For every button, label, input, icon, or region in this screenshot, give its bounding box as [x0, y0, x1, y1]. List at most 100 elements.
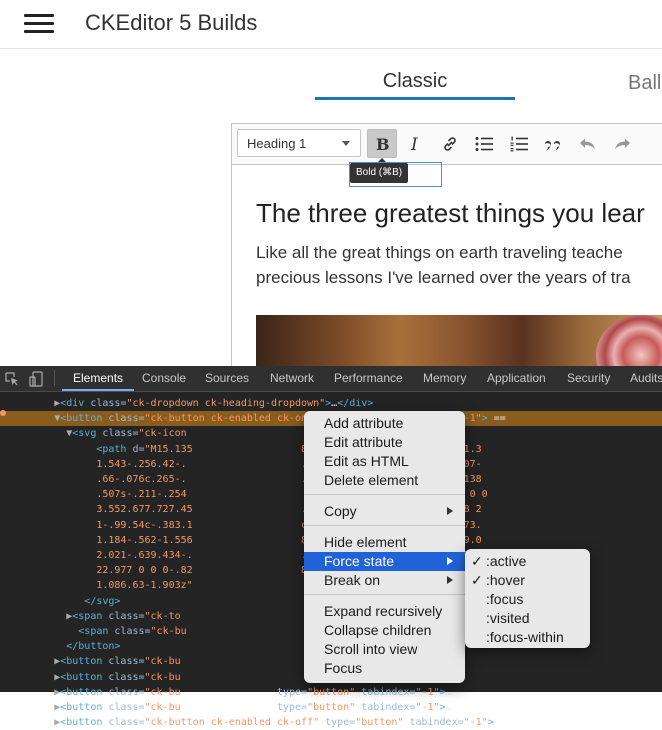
- force-state-hover[interactable]: ✓:hover: [465, 571, 590, 590]
- heading-dropdown[interactable]: Heading 1: [237, 129, 361, 157]
- dom-node-indent: [0, 504, 96, 515]
- dom-node-indent: [0, 474, 96, 485]
- dom-token: "ck-bu: [144, 672, 181, 683]
- menu-item-delete-element[interactable]: Delete element: [304, 471, 465, 490]
- devtools-tab-performance[interactable]: Performance: [334, 371, 403, 385]
- devtools-tab-sources[interactable]: Sources: [205, 371, 249, 385]
- menu-separator: [304, 594, 465, 595]
- devtools-tab-elements[interactable]: Elements: [73, 371, 123, 385]
- devtools-tab-console[interactable]: Console: [142, 371, 186, 385]
- heading-dropdown-label: Heading 1: [247, 136, 307, 151]
- dom-token: "ck-bu: [144, 702, 181, 713]
- dom-node-line[interactable]: ▶<button class="ck-button ck-enabled ck-…: [0, 715, 662, 730]
- dom-token: "ck-dropdown ck-heading-dropdown": [126, 398, 326, 409]
- dom-token: d=: [132, 444, 145, 455]
- dom-token: </button>: [66, 641, 121, 652]
- submenu-item-label: :active: [486, 553, 527, 569]
- dom-node-line[interactable]: ▶<button class="ck-bu type="button" tabi…: [0, 685, 662, 700]
- devtools-tab-memory[interactable]: Memory: [423, 371, 466, 385]
- dom-token: [181, 687, 277, 698]
- hamburger-menu-icon[interactable]: [24, 14, 54, 34]
- redo-button[interactable]: [607, 129, 637, 158]
- dom-node-indent: [0, 580, 96, 591]
- dom-node-line[interactable]: ▶<button class="ck-bu type="button" tabi…: [0, 700, 662, 715]
- document-image[interactable]: [256, 315, 662, 370]
- dom-token: "button": [307, 702, 362, 713]
- menu-item-edit-as-html[interactable]: Edit as HTML: [304, 452, 465, 471]
- link-button[interactable]: [435, 129, 465, 158]
- document-heading[interactable]: The three greatest things you lear: [256, 198, 645, 229]
- menu-item-edit-attribute[interactable]: Edit attribute: [304, 433, 465, 452]
- dom-token: [187, 474, 301, 485]
- menu-item-add-attribute[interactable]: Add attribute: [304, 414, 465, 433]
- dom-token: ==: [487, 413, 506, 424]
- dom-token: "ck-bu: [144, 656, 181, 667]
- dom-token: "ck-bu: [144, 687, 181, 698]
- dom-node-indent: [0, 702, 54, 713]
- numbered-list-button[interactable]: [504, 129, 534, 158]
- dom-node-line[interactable]: ▶<div class="ck-dropdown ck-heading-drop…: [0, 396, 662, 411]
- menu-item-label: Force state: [324, 553, 395, 569]
- dom-token: class=: [90, 398, 127, 409]
- document-paragraph[interactable]: Like all the great things on earth trave…: [256, 240, 662, 290]
- dom-node-indent: [0, 687, 54, 698]
- dom-token: class=: [108, 702, 145, 713]
- italic-icon: I: [410, 136, 418, 152]
- italic-button[interactable]: I: [400, 129, 430, 158]
- bold-button[interactable]: B: [367, 129, 397, 158]
- tab-active-indicator: [315, 97, 515, 100]
- device-toolbar-icon[interactable]: [29, 371, 45, 387]
- devtools-active-tab-indicator: [62, 389, 134, 391]
- menu-separator: [304, 494, 465, 495]
- menu-item-label: Delete element: [324, 472, 419, 488]
- blockquote-button[interactable]: [538, 129, 568, 158]
- menu-item-break-on[interactable]: Break on: [304, 571, 465, 590]
- force-state-focus[interactable]: :focus: [465, 590, 590, 609]
- bold-icon: B: [376, 136, 389, 152]
- dom-node-indent: [0, 717, 54, 728]
- bulleted-list-button[interactable]: [469, 129, 499, 158]
- menu-item-scroll-into-view[interactable]: Scroll into view: [304, 640, 465, 659]
- paragraph-line: Like all the great things on earth trave…: [256, 243, 623, 262]
- dom-token: 1.543-.256.42-.: [96, 459, 187, 470]
- tab-balloon[interactable]: Ball: [628, 72, 661, 95]
- dom-token: </svg>: [84, 596, 121, 607]
- dom-token: <div: [60, 398, 91, 409]
- menu-item-collapse-children[interactable]: Collapse children: [304, 621, 465, 640]
- dom-node-indent: [0, 398, 54, 409]
- menu-item-expand-recursively[interactable]: Expand recursively: [304, 602, 465, 621]
- devtools-tab-network[interactable]: Network: [270, 371, 314, 385]
- submenu-arrow-icon: [447, 507, 453, 515]
- menu-item-label: Break on: [324, 572, 381, 588]
- devtools-tab-application[interactable]: Application: [487, 371, 546, 385]
- dom-node-indent: [0, 535, 96, 546]
- undo-button[interactable]: [573, 129, 603, 158]
- menu-item-focus[interactable]: Focus: [304, 659, 465, 678]
- dom-node-indent: [0, 520, 96, 531]
- dom-token: <button: [60, 413, 109, 424]
- breakpoint-dot: [0, 410, 6, 416]
- dom-node-indent: [0, 611, 66, 622]
- force-state-focus-within[interactable]: :focus-within: [465, 628, 590, 647]
- dom-token: class=: [108, 687, 145, 698]
- dom-token: <svg: [72, 428, 103, 439]
- site-title: CKEditor 5 Builds: [85, 10, 258, 35]
- submenu-item-label: :focus-within: [486, 629, 564, 645]
- force-state-visited[interactable]: :visited: [465, 609, 590, 628]
- menu-item-copy[interactable]: Copy: [304, 502, 465, 521]
- menu-item-hide-element[interactable]: Hide element: [304, 533, 465, 552]
- dom-node-indent: [0, 626, 78, 637]
- dom-token: "ck-bu: [150, 626, 187, 637]
- menu-item-force-state[interactable]: Force state: [304, 552, 465, 571]
- dom-token: "button": [355, 717, 410, 728]
- devtools-tab-security[interactable]: Security: [567, 371, 610, 385]
- devtools-tab-audits[interactable]: Audits: [630, 371, 662, 385]
- dom-token: <path: [96, 444, 133, 455]
- inspect-element-icon[interactable]: [5, 372, 19, 386]
- dom-node-indent: [0, 459, 96, 470]
- dom-token: [193, 444, 301, 455]
- undo-icon: [580, 138, 595, 149]
- dom-token: [193, 535, 301, 546]
- tab-classic[interactable]: Classic: [315, 70, 515, 100]
- force-state-active[interactable]: ✓:active: [465, 552, 590, 571]
